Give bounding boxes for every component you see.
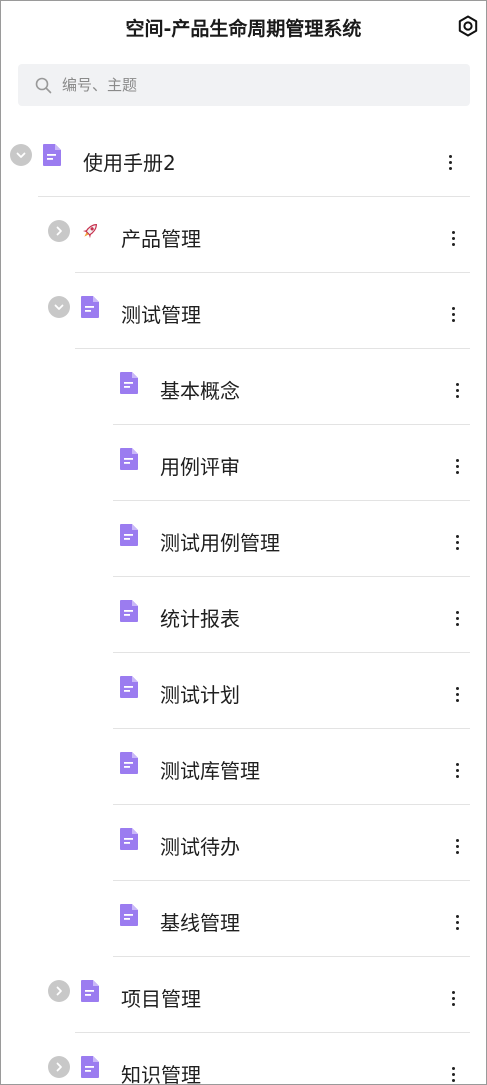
more-options-icon[interactable] xyxy=(442,151,458,173)
chevron-down-icon xyxy=(16,152,26,158)
tree-item-label: 基本概念 xyxy=(160,379,240,403)
chevron-right-icon xyxy=(56,1062,62,1072)
search-input[interactable] xyxy=(62,76,442,94)
more-options-icon[interactable] xyxy=(449,607,465,629)
document-icon xyxy=(119,599,139,623)
more-options-icon[interactable] xyxy=(449,683,465,705)
tree-item[interactable]: 测试计划 xyxy=(1,653,486,729)
settings-button[interactable] xyxy=(455,13,481,39)
document-icon xyxy=(42,143,62,167)
document-icon xyxy=(119,371,139,395)
document-icon xyxy=(119,675,139,699)
header: 空间-产品生命周期管理系统 xyxy=(1,1,486,53)
expand-toggle[interactable] xyxy=(48,220,70,242)
more-options-icon[interactable] xyxy=(445,227,461,249)
tree-item-label: 使用手册2 xyxy=(83,151,176,175)
tree-item-label: 基线管理 xyxy=(160,911,240,935)
more-options-icon[interactable] xyxy=(449,759,465,781)
more-options-icon[interactable] xyxy=(449,379,465,401)
tree-item[interactable]: 项目管理 xyxy=(1,957,486,1033)
document-icon xyxy=(119,751,139,775)
rocket-icon xyxy=(80,221,100,241)
tree-item[interactable]: 产品管理 xyxy=(1,197,486,273)
tree-item[interactable]: 用例评审 xyxy=(1,425,486,501)
document-icon xyxy=(119,523,139,547)
tree-item-label: 测试计划 xyxy=(160,683,240,707)
tree-item-label: 测试用例管理 xyxy=(160,531,280,555)
gear-icon xyxy=(458,15,478,37)
expand-toggle[interactable] xyxy=(48,980,70,1002)
tree-item[interactable]: 基线管理 xyxy=(1,881,486,957)
sidebar-panel: 空间-产品生命周期管理系统 使用手册2 产品管理测试管理基本概念用例评审测试用例管… xyxy=(0,0,487,1085)
tree-item[interactable]: 测试待办 xyxy=(1,805,486,881)
chevron-right-icon xyxy=(56,226,62,236)
tree-item-label: 产品管理 xyxy=(121,227,201,251)
chevron-right-icon xyxy=(56,986,62,996)
search-icon xyxy=(34,76,52,94)
tree-item-label: 测试库管理 xyxy=(160,759,260,783)
more-options-icon[interactable] xyxy=(449,531,465,553)
tree-item[interactable]: 统计报表 xyxy=(1,577,486,653)
tree-item[interactable]: 使用手册2 xyxy=(1,121,486,197)
document-icon xyxy=(80,295,100,319)
document-icon xyxy=(119,827,139,851)
tree-item[interactable]: 测试用例管理 xyxy=(1,501,486,577)
tree-item[interactable]: 测试库管理 xyxy=(1,729,486,805)
tree-item-label: 知识管理 xyxy=(121,1063,201,1085)
tree-item[interactable]: 基本概念 xyxy=(1,349,486,425)
expand-toggle[interactable] xyxy=(48,1056,70,1078)
document-icon xyxy=(119,447,139,471)
tree-item[interactable]: 测试管理 xyxy=(1,273,486,349)
collapse-toggle[interactable] xyxy=(10,144,32,166)
more-options-icon[interactable] xyxy=(449,455,465,477)
more-options-icon[interactable] xyxy=(445,1063,461,1084)
tree-item-label: 项目管理 xyxy=(121,987,201,1011)
document-icon xyxy=(80,979,100,1003)
document-icon xyxy=(119,903,139,927)
more-options-icon[interactable] xyxy=(449,835,465,857)
more-options-icon[interactable] xyxy=(449,911,465,933)
more-options-icon[interactable] xyxy=(445,303,461,325)
collapse-toggle[interactable] xyxy=(48,296,70,318)
more-options-icon[interactable] xyxy=(445,987,461,1009)
tree-item-label: 用例评审 xyxy=(160,455,240,479)
tree-item-label: 统计报表 xyxy=(160,607,240,631)
tree-item[interactable]: 知识管理 xyxy=(1,1033,486,1085)
document-icon xyxy=(80,1055,100,1079)
tree-item-label: 测试管理 xyxy=(121,303,201,327)
search-box[interactable] xyxy=(18,64,470,106)
tree-item-label: 测试待办 xyxy=(160,835,240,859)
chevron-down-icon xyxy=(54,304,64,310)
page-title: 空间-产品生命周期管理系统 xyxy=(125,18,362,40)
